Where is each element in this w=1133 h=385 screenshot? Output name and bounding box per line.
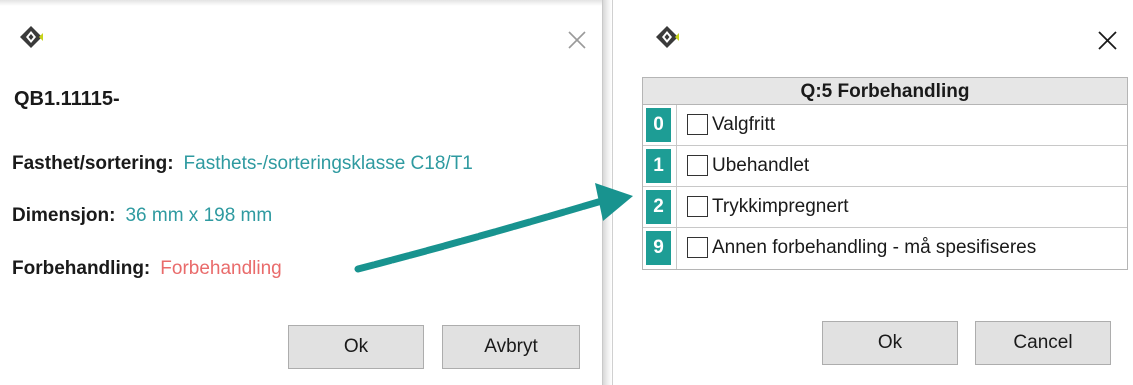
strength-value-link[interactable]: Fasthets-/sorteringsklasse C18/T1: [184, 153, 473, 174]
option-row[interactable]: 0 Valgfritt: [643, 105, 1127, 146]
code-badge: 9: [646, 231, 671, 265]
column-divider: [676, 228, 677, 269]
column-divider: [676, 187, 677, 227]
record-dialog: QB1.11115- Fasthet/sortering: Fasthets-/s…: [0, 0, 603, 385]
app-logo-icon: [17, 23, 45, 51]
option-label: Annen forbehandling - må spesifiseres: [712, 237, 1037, 258]
code-table: Q:5 Forbehandling 0 Valgfritt 1 Ubehandl…: [642, 77, 1128, 270]
option-checkbox[interactable]: [687, 196, 708, 217]
field-label: Dimensjon:: [12, 205, 116, 226]
table-title: Q:5 Forbehandling: [643, 78, 1127, 105]
close-button[interactable]: [1094, 27, 1124, 57]
ok-button[interactable]: Ok: [288, 325, 424, 369]
option-row[interactable]: 9 Annen forbehandling - må spesifiseres: [643, 228, 1127, 269]
option-label: Ubehandlet: [712, 155, 810, 176]
code-badge: 2: [646, 190, 671, 224]
cancel-button[interactable]: Avbryt: [442, 325, 580, 369]
ok-button[interactable]: Ok: [822, 321, 958, 365]
option-label: Trykkimpregnert: [712, 196, 849, 217]
close-icon: [568, 31, 586, 49]
close-icon: [1098, 31, 1117, 50]
field-label: Forbehandling:: [12, 258, 151, 279]
code-badge: 1: [646, 149, 671, 183]
option-checkbox[interactable]: [687, 155, 708, 176]
option-checkbox[interactable]: [687, 237, 708, 258]
cancel-button[interactable]: Cancel: [975, 321, 1111, 365]
app-logo-icon: [653, 23, 681, 51]
option-row[interactable]: 2 Trykkimpregnert: [643, 187, 1127, 228]
dimension-value-link[interactable]: 36 mm x 198 mm: [125, 205, 272, 226]
field-label: Fasthet/sortering:: [12, 153, 174, 174]
column-divider: [676, 105, 677, 145]
treatment-value-link[interactable]: Forbehandling: [160, 258, 281, 279]
option-row[interactable]: 1 Ubehandlet: [643, 146, 1127, 187]
option-checkbox[interactable]: [687, 114, 708, 135]
field-row-strength: Fasthet/sortering: Fasthets-/sorteringskl…: [12, 153, 473, 175]
window-shadow: [603, 0, 612, 385]
option-label: Valgfritt: [712, 114, 776, 135]
column-divider: [676, 146, 677, 186]
field-row-treatment: Forbehandling: Forbehandling: [12, 258, 282, 280]
code-badge: 0: [646, 108, 671, 142]
field-row-dimension: Dimensjon: 36 mm x 198 mm: [12, 205, 272, 227]
record-title: QB1.11115-: [14, 88, 120, 110]
close-button[interactable]: [563, 26, 593, 56]
